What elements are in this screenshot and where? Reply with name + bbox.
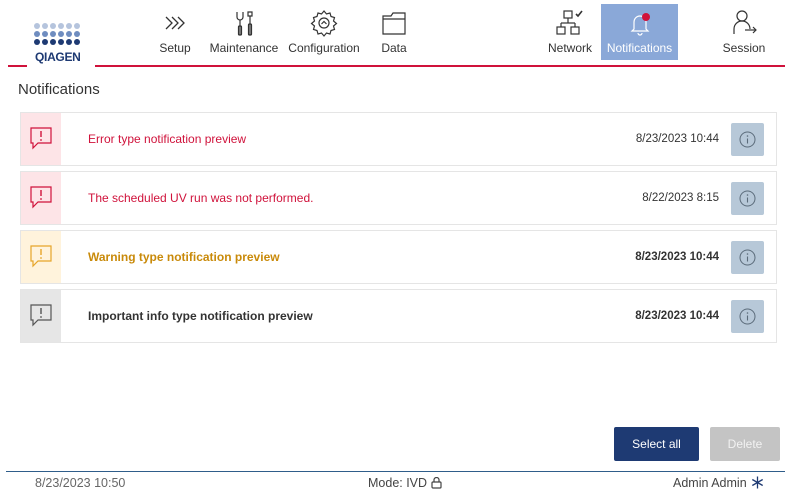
top-navigation-bar: QIAGEN Setup Maintenance Configuration D… [0,0,785,70]
chevrons-right-icon [165,16,185,30]
status-bar-divider [6,471,785,472]
status-user-name: Admin Admin [673,476,747,490]
status-mode: Mode: IVD [368,476,442,490]
notification-row[interactable]: Error type notification preview 8/23/202… [20,112,777,166]
notification-type-indicator [21,172,61,224]
notification-info-button[interactable] [731,241,764,274]
info-icon [739,249,756,266]
lock-icon [431,477,442,489]
page-title: Notifications [18,81,100,98]
notification-info-button[interactable] [731,300,764,333]
network-icon [556,10,583,35]
nav-maintenance-label: Maintenance [209,41,279,55]
notification-type-indicator [21,231,61,283]
brand-line-right [95,65,785,67]
nav-data-label: Data [381,41,407,55]
nav-setup-label: Setup [159,41,191,55]
select-all-button[interactable]: Select all [614,427,699,461]
status-user[interactable]: Admin Admin [673,476,764,490]
nav-maintenance[interactable]: Maintenance [205,4,283,60]
nav-configuration[interactable]: Configuration [286,4,362,60]
info-icon [739,131,756,148]
folder-icon [382,12,406,35]
notification-message: Warning type notification preview [88,250,280,264]
nav-notifications[interactable]: Notifications [601,4,678,60]
logo-dots-icon [34,23,80,45]
info-icon [739,190,756,207]
notification-type-indicator [21,290,61,342]
notification-timestamp: 8/23/2023 10:44 [635,133,719,145]
warning-message-icon [30,245,52,268]
nav-configuration-label: Configuration [288,41,360,55]
nav-setup[interactable]: Setup [152,4,198,60]
notification-row[interactable]: Warning type notification preview 8/23/2… [20,230,777,284]
notification-message: Error type notification preview [88,132,247,146]
status-datetime: 8/23/2023 10:50 [35,476,126,490]
nav-session[interactable]: Session [718,4,770,60]
status-mode-label: Mode: IVD [368,476,428,490]
notification-message: Important info type notification preview [88,309,313,323]
delete-button[interactable]: Delete [710,427,780,461]
notification-timestamp: 8/23/2023 10:44 [635,310,719,322]
notification-badge [641,13,650,21]
user-logout-icon [733,10,757,34]
brand-line-left [8,65,27,67]
bell-icon [630,13,650,36]
notification-type-indicator [21,113,61,165]
notification-row[interactable]: Important info type notification preview… [20,289,777,343]
notification-message: The scheduled UV run was not performed. [88,191,314,205]
notification-info-button[interactable] [731,123,764,156]
nav-network-label: Network [547,41,592,55]
qiagen-logo: QIAGEN [33,22,91,64]
notification-timestamp: 8/22/2023 8:15 [642,192,719,204]
error-message-icon [30,186,52,209]
info-message-icon [30,304,52,327]
notification-row[interactable]: The scheduled UV run was not performed. … [20,171,777,225]
nav-notifications-label: Notifications [606,41,673,55]
tools-icon [236,11,253,36]
nav-data[interactable]: Data [374,4,414,60]
snowflake-icon [751,476,763,489]
logo-text: QIAGEN [35,50,81,64]
notification-info-button[interactable] [731,182,764,215]
gear-icon [310,10,338,37]
info-icon [739,308,756,325]
notification-timestamp: 8/23/2023 10:44 [635,251,719,263]
nav-session-label: Session [722,41,766,55]
error-message-icon [30,127,52,150]
nav-network[interactable]: Network [544,4,596,60]
